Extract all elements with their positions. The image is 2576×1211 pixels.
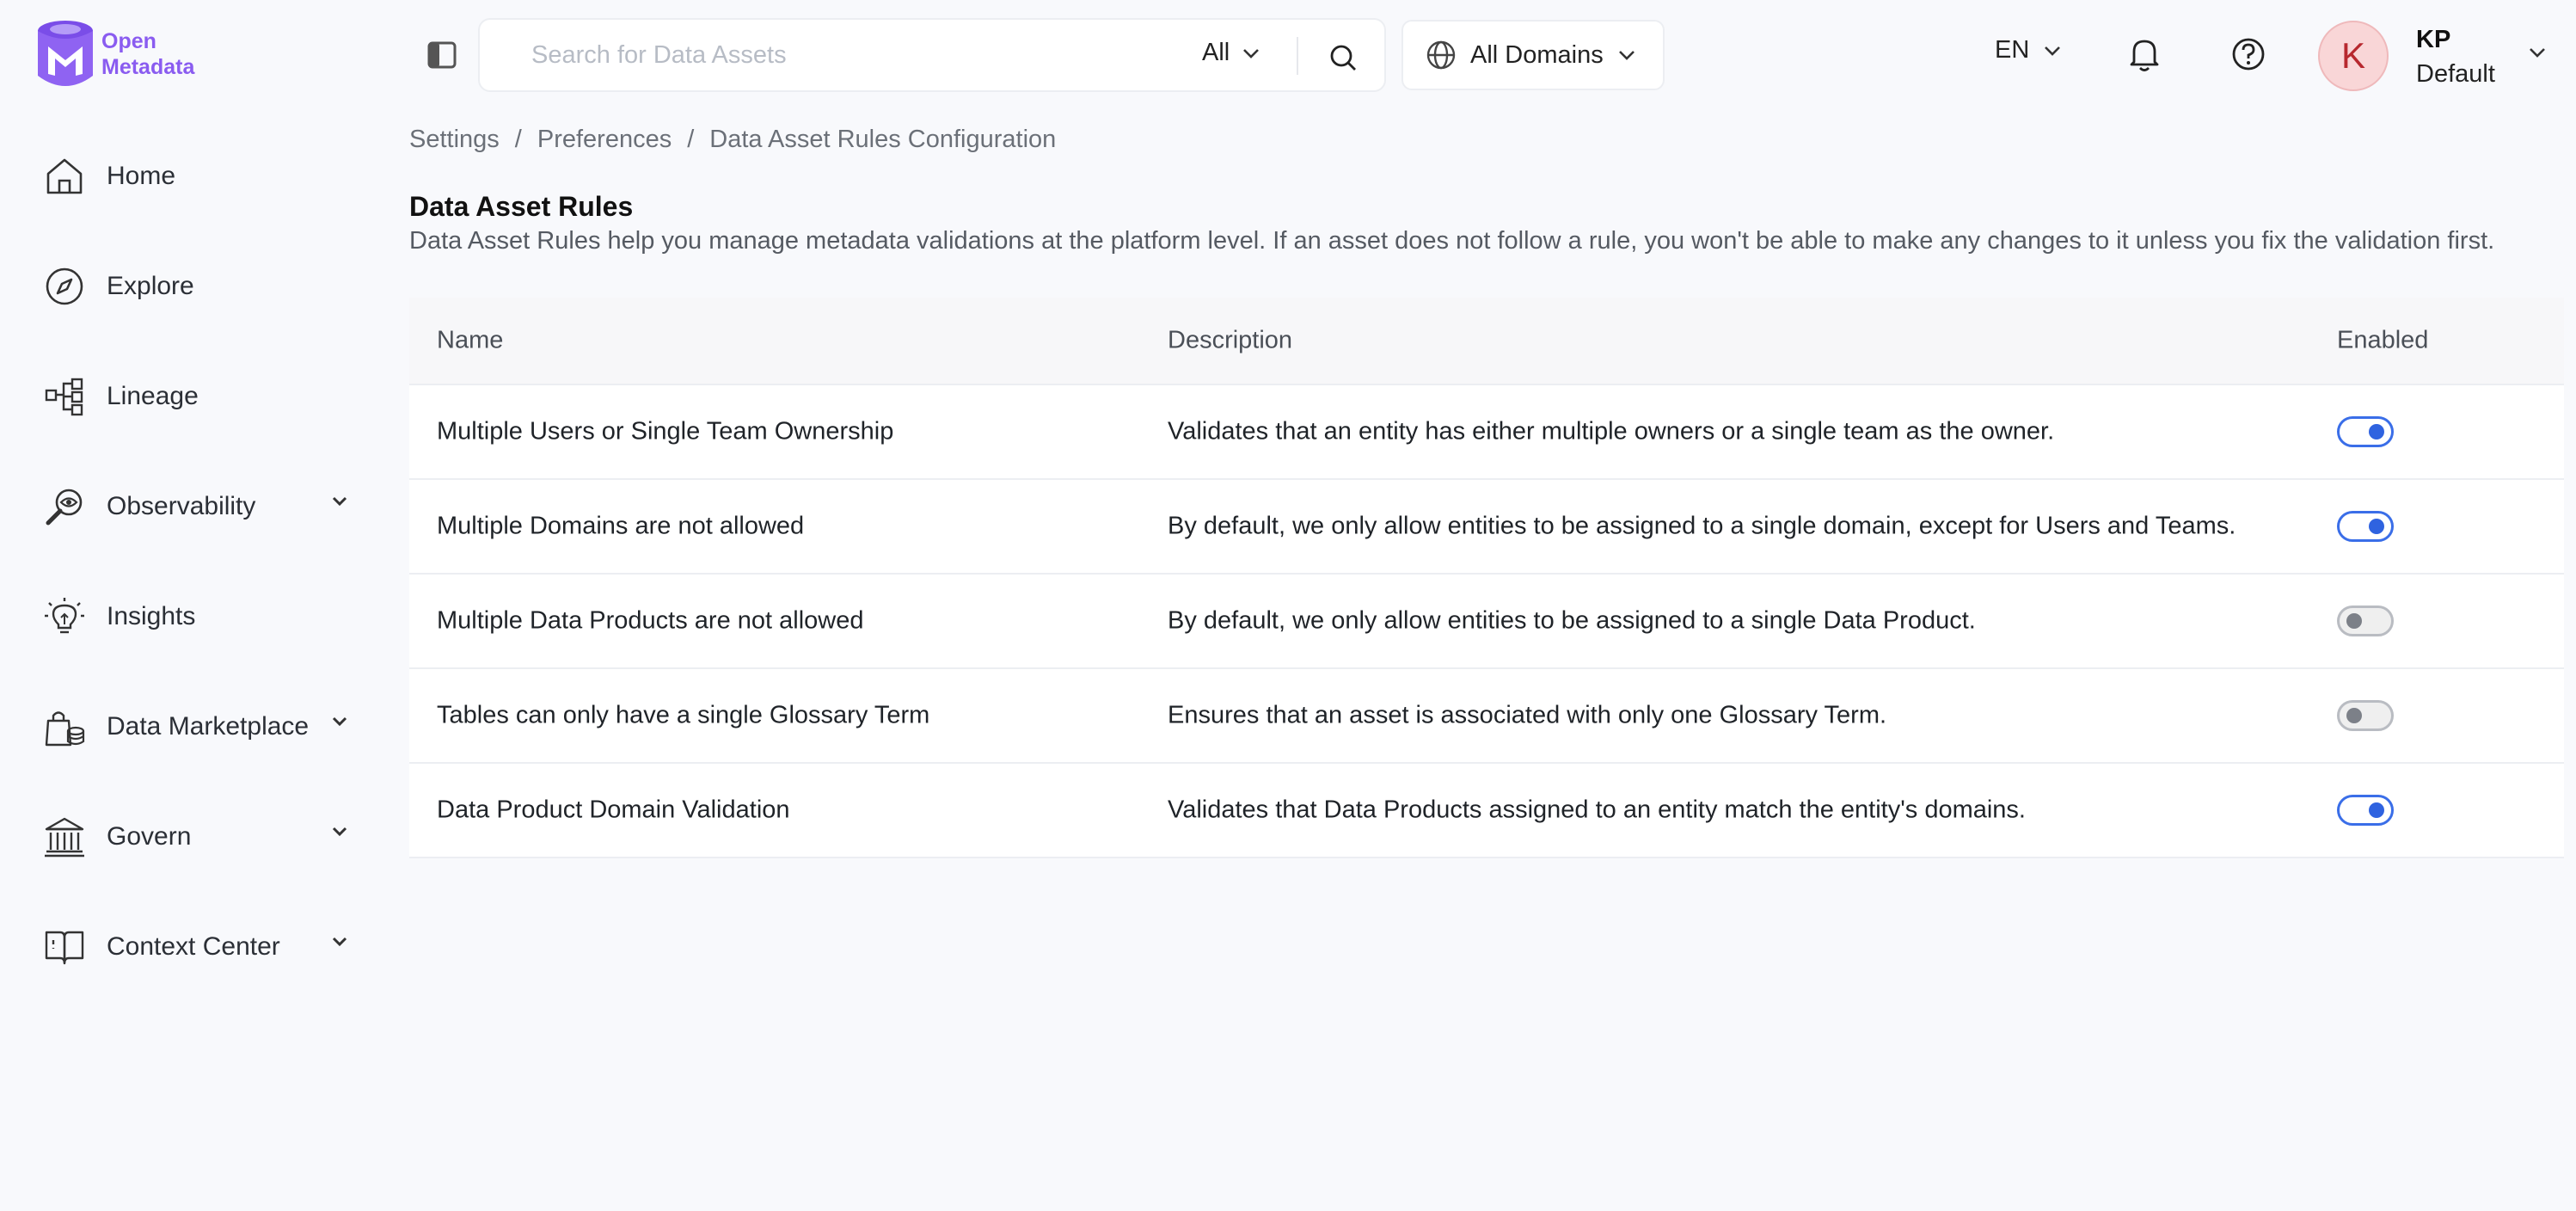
sidebar-item-label: Lineage	[107, 382, 199, 410]
sidebar-item-label: Govern	[107, 822, 192, 851]
toggle-knob	[2346, 613, 2362, 629]
rule-name: Multiple Domains are not allowed	[437, 512, 805, 540]
search-icon	[1330, 45, 1356, 71]
breadcrumb: Settings / Preferences / Data Asset Rule…	[409, 126, 1056, 154]
breadcrumb-preferences[interactable]: Preferences	[537, 126, 672, 154]
table-row: Multiple Users or Single Team Ownership …	[409, 385, 2564, 480]
rule-enabled-toggle[interactable]	[2337, 416, 2394, 447]
chevron-down-icon	[2045, 46, 2061, 56]
sidebar-item-govern[interactable]: Govern	[40, 807, 366, 867]
globe-icon	[1426, 40, 1456, 70]
rule-name: Multiple Data Products are not allowed	[437, 606, 864, 635]
domain-dropdown[interactable]: All Domains	[1401, 20, 1665, 90]
book-icon	[40, 922, 89, 972]
table-row: Multiple Domains are not allowed By defa…	[409, 480, 2564, 575]
user-role: Default	[2416, 60, 2495, 88]
column-header-enabled: Enabled	[2337, 326, 2429, 354]
sidebar-item-label: Home	[107, 162, 176, 190]
page-description: Data Asset Rules help you manage metadat…	[409, 227, 2495, 255]
rule-enabled-toggle[interactable]	[2337, 795, 2394, 826]
sidebar-item-home[interactable]: Home	[40, 146, 366, 206]
page-title: Data Asset Rules	[409, 191, 634, 222]
bell-icon	[2130, 40, 2159, 71]
rule-enabled-toggle[interactable]	[2337, 606, 2394, 636]
rule-description: Validates that an entity has either mult…	[1168, 417, 2055, 446]
table-row: Data Product Domain Validation Validates…	[409, 764, 2564, 858]
notifications-button[interactable]	[2127, 36, 2162, 77]
sidebar-item-data-marketplace[interactable]: Data Marketplace	[40, 697, 366, 757]
toggle-knob	[2369, 519, 2384, 534]
sidebar-toggle-button[interactable]	[425, 38, 459, 72]
home-icon	[40, 151, 89, 201]
app-logo[interactable]: Open Metadata	[34, 19, 194, 89]
rules-table: Name Description Enabled Multiple Users …	[409, 298, 2564, 858]
breadcrumb-separator: /	[687, 126, 695, 153]
column-header-description: Description	[1168, 326, 1293, 354]
rule-description: By default, we only allow entities to be…	[1168, 512, 2236, 540]
lightbulb-icon	[40, 592, 89, 642]
breadcrumb-separator: /	[514, 126, 522, 153]
global-search: All	[478, 18, 1386, 92]
rule-name: Tables can only have a single Glossary T…	[437, 701, 930, 729]
user-menu[interactable]: KP Default	[2416, 22, 2495, 91]
rule-name: Multiple Users or Single Team Ownership	[437, 417, 894, 446]
toggle-knob	[2369, 802, 2384, 818]
rule-description: Ensures that an asset is associated with…	[1168, 701, 1887, 729]
breadcrumb-settings[interactable]: Settings	[409, 126, 500, 154]
rule-enabled-toggle[interactable]	[2337, 511, 2394, 542]
user-menu-toggle[interactable]	[2528, 46, 2547, 63]
logo-text-line2: Metadata	[101, 55, 195, 79]
sidebar-item-observability[interactable]: Observability	[40, 476, 366, 537]
user-avatar[interactable]: K	[2318, 21, 2389, 91]
sidebar-item-explore[interactable]: Explore	[40, 256, 366, 317]
marketplace-icon	[40, 702, 89, 752]
table-header: Name Description Enabled	[409, 298, 2564, 385]
rule-description: Validates that Data Products assigned to…	[1168, 796, 2026, 824]
sidebar-item-label: Observability	[107, 492, 256, 520]
search-button[interactable]	[1322, 37, 1364, 78]
sidebar-item-label: Explore	[107, 272, 194, 300]
table-row: Tables can only have a single Glossary T…	[409, 669, 2564, 764]
toggle-knob	[2369, 424, 2384, 440]
logo-text-line1: Open	[101, 29, 156, 53]
compass-icon	[40, 261, 89, 311]
rule-enabled-toggle[interactable]	[2337, 700, 2394, 731]
sidebar-item-insights[interactable]: Insights	[40, 587, 366, 647]
chevron-down-icon[interactable]	[330, 495, 349, 512]
search-filter-label: All	[1202, 39, 1230, 66]
sidebar-item-label: Insights	[107, 602, 196, 630]
openmetadata-logo-icon	[38, 21, 93, 86]
chevron-down-icon[interactable]	[330, 826, 349, 842]
column-header-name: Name	[437, 326, 504, 354]
search-divider	[1297, 37, 1298, 75]
help-button[interactable]	[2230, 36, 2266, 77]
rule-name: Data Product Domain Validation	[437, 796, 790, 824]
domain-label: All Domains	[1470, 40, 1604, 69]
language-label: EN	[1995, 36, 2030, 64]
user-name: KP	[2416, 26, 2451, 53]
search-input[interactable]	[531, 29, 1150, 81]
chevron-down-icon	[1618, 51, 1635, 60]
search-filter-dropdown[interactable]: All	[1202, 39, 1260, 67]
sidebar-item-context-center[interactable]: Context Center	[40, 917, 366, 977]
help-circle-icon	[2232, 38, 2265, 71]
chevron-down-icon	[1243, 48, 1260, 58]
sidebar-item-label: Data Marketplace	[107, 712, 310, 741]
lineage-icon	[40, 372, 89, 421]
sidebar-item-lineage[interactable]: Lineage	[40, 366, 366, 427]
table-row: Multiple Data Products are not allowed B…	[409, 575, 2564, 669]
rule-description: By default, we only allow entities to be…	[1168, 606, 1976, 635]
chevron-down-icon	[2530, 48, 2545, 58]
toggle-knob	[2346, 708, 2362, 723]
breadcrumb-current: Data Asset Rules Configuration	[709, 126, 1057, 153]
panel-left-icon	[427, 41, 457, 69]
chevron-down-icon[interactable]	[330, 716, 349, 732]
language-dropdown[interactable]: EN	[1995, 36, 2062, 65]
observability-icon	[40, 482, 89, 532]
bank-icon	[40, 812, 89, 862]
sidebar-item-label: Context Center	[107, 932, 280, 961]
chevron-down-icon[interactable]	[330, 936, 349, 952]
